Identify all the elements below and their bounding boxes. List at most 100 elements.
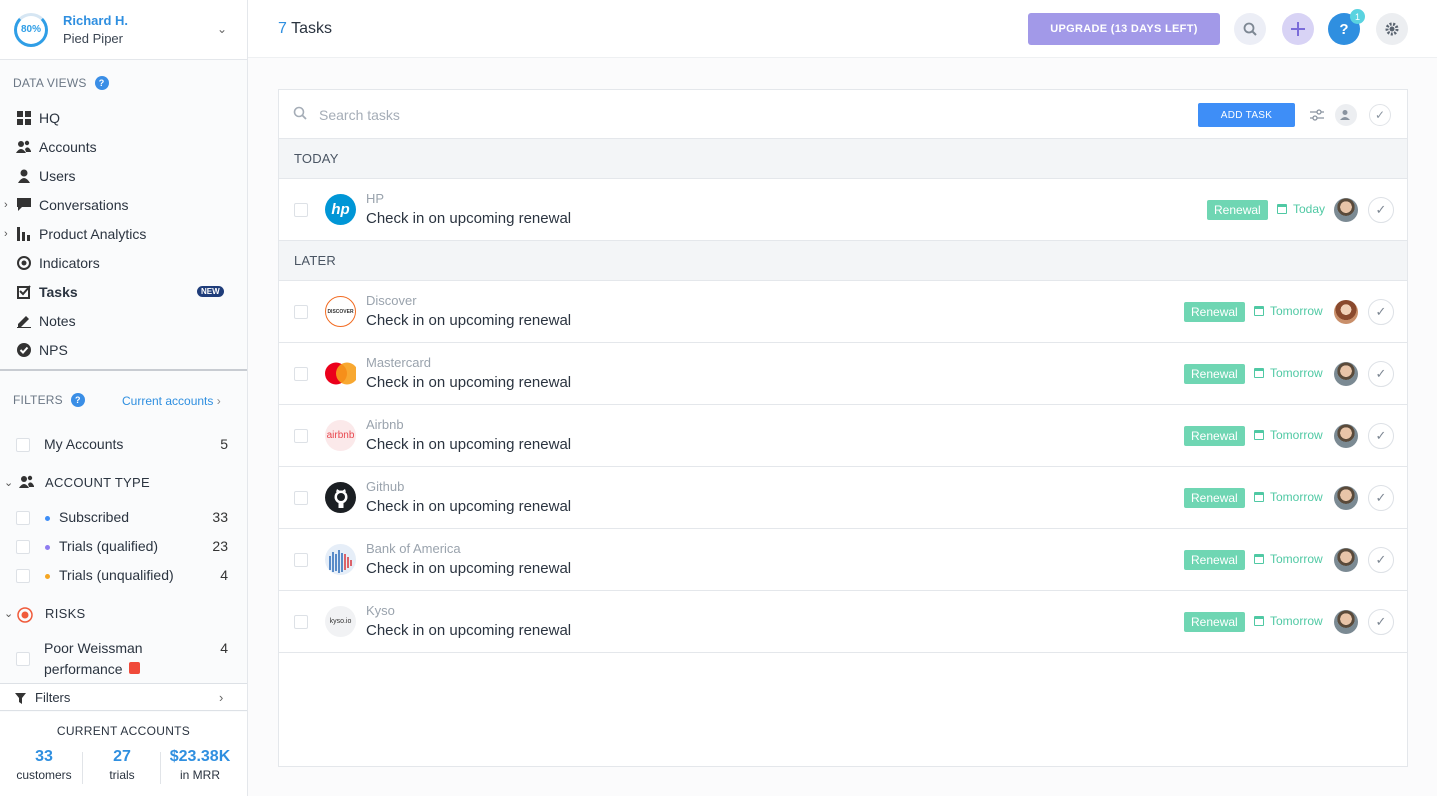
help-icon[interactable]: ? <box>94 76 109 90</box>
sidebar-item-notes[interactable]: Notes <box>0 306 247 335</box>
task-account[interactable]: Airbnb <box>366 417 404 432</box>
assignee-filter-button[interactable] <box>1335 104 1357 126</box>
task-row[interactable]: airbnb Airbnb Check in on upcoming renew… <box>279 405 1407 467</box>
due-date[interactable]: Today <box>1277 202 1325 216</box>
assignee-avatar[interactable] <box>1334 486 1358 510</box>
settings-button[interactable] <box>1376 13 1408 45</box>
assignee-avatar[interactable] <box>1334 424 1358 448</box>
assignee-avatar[interactable] <box>1334 362 1358 386</box>
add-task-button[interactable]: ADD TASK <box>1198 103 1295 127</box>
complete-task-button[interactable]: ✓ <box>1368 361 1394 387</box>
task-title[interactable]: Check in on upcoming renewal <box>366 374 571 391</box>
complete-task-button[interactable]: ✓ <box>1368 485 1394 511</box>
gear-icon <box>1385 22 1399 36</box>
filter-poor-weissman[interactable]: Poor Weissman performance 4 <box>0 640 247 680</box>
task-checkbox[interactable] <box>294 367 308 381</box>
complete-task-button[interactable]: ✓ <box>1368 299 1394 325</box>
filter-trials-unqualified[interactable]: Trials (unqualified) 4 <box>0 567 247 587</box>
sidebar-item-hq[interactable]: HQ <box>0 103 247 132</box>
poor-weissman-checkbox[interactable] <box>16 652 30 666</box>
search-tasks-input[interactable]: Search tasks <box>319 107 400 123</box>
sidebar-item-product-analytics[interactable]: › Product Analytics <box>0 219 247 248</box>
due-date[interactable]: Tomorrow <box>1254 304 1323 318</box>
chevron-down-icon[interactable]: ⌄ <box>4 476 13 489</box>
upgrade-button[interactable]: UPGRADE (13 DAYS LEFT) <box>1028 13 1220 45</box>
task-checkbox[interactable] <box>294 305 308 319</box>
risks-group[interactable]: ⌄ RISKS <box>0 606 247 626</box>
due-date[interactable]: Tomorrow <box>1254 614 1323 628</box>
assignee-avatar[interactable] <box>1334 610 1358 634</box>
chevron-right-icon[interactable]: › <box>4 228 8 240</box>
calendar-icon <box>1254 554 1264 564</box>
profile-switcher[interactable]: 80% Richard H. Pied Piper ⌄ <box>0 0 247 60</box>
completed-filter-button[interactable]: ✓ <box>1369 104 1391 126</box>
task-checkbox[interactable] <box>294 615 308 629</box>
task-title[interactable]: Check in on upcoming renewal <box>366 498 571 515</box>
sidebar-item-users[interactable]: Users <box>0 161 247 190</box>
chat-icon <box>16 197 31 212</box>
filter-sliders-button[interactable] <box>1306 104 1328 126</box>
task-account[interactable]: Kyso <box>366 603 395 618</box>
task-row[interactable]: DISCOVER Discover Check in on upcoming r… <box>279 281 1407 343</box>
current-accounts-link[interactable]: Current accounts › <box>122 394 221 408</box>
task-row[interactable]: Mastercard Check in on upcoming renewal … <box>279 343 1407 405</box>
due-date[interactable]: Tomorrow <box>1254 428 1323 442</box>
filter-my-accounts[interactable]: My Accounts 5 <box>0 436 247 456</box>
search-button[interactable] <box>1234 13 1266 45</box>
renewal-tag: Renewal <box>1207 200 1268 220</box>
assignee-avatar[interactable] <box>1334 198 1358 222</box>
sidebar-item-tasks[interactable]: Tasks NEW <box>0 277 247 306</box>
add-button[interactable] <box>1282 13 1314 45</box>
assignee-avatar[interactable] <box>1334 300 1358 324</box>
help-icon[interactable]: ? <box>70 393 85 407</box>
filter-subscribed[interactable]: Subscribed 33 <box>0 509 247 529</box>
task-title[interactable]: Check in on upcoming renewal <box>366 560 571 577</box>
sidebar-item-indicators[interactable]: Indicators <box>0 248 247 277</box>
trials-unqualified-checkbox[interactable] <box>16 569 30 583</box>
complete-task-button[interactable]: ✓ <box>1368 547 1394 573</box>
task-account[interactable]: HP <box>366 191 384 206</box>
filters-button[interactable]: Filters › <box>0 683 247 711</box>
task-title[interactable]: Check in on upcoming renewal <box>366 622 571 639</box>
task-checkbox[interactable] <box>294 429 308 443</box>
task-checkbox[interactable] <box>294 491 308 505</box>
due-date[interactable]: Tomorrow <box>1254 366 1323 380</box>
task-checkbox[interactable] <box>294 203 308 217</box>
task-account[interactable]: Mastercard <box>366 355 431 370</box>
page-title: 7 Tasks <box>278 20 332 37</box>
task-title[interactable]: Check in on upcoming renewal <box>366 436 571 453</box>
subscribed-checkbox[interactable] <box>16 511 30 525</box>
stat-mrr: $23.38K in MRR <box>169 748 231 782</box>
due-date[interactable]: Tomorrow <box>1254 552 1323 566</box>
task-row[interactable]: Github Check in on upcoming renewal Rene… <box>279 467 1407 529</box>
sidebar-item-conversations[interactable]: › Conversations <box>0 190 247 219</box>
task-account[interactable]: Github <box>366 479 404 494</box>
account-type-group[interactable]: ⌄ ACCOUNT TYPE <box>0 475 247 495</box>
task-account[interactable]: Bank of America <box>366 541 461 556</box>
user-name: Richard H. <box>63 12 129 28</box>
chevron-down-icon[interactable]: ⌄ <box>4 607 13 620</box>
calendar-icon <box>1254 430 1264 440</box>
task-checkbox[interactable] <box>294 553 308 567</box>
sidebar-item-accounts[interactable]: Accounts <box>0 132 247 161</box>
calendar-icon <box>1277 204 1287 214</box>
sidebar-item-nps[interactable]: NPS <box>0 335 247 364</box>
my-accounts-checkbox[interactable] <box>16 438 30 452</box>
chevron-down-icon[interactable]: ⌄ <box>217 22 227 36</box>
task-row[interactable]: kyso.io Kyso Check in on upcoming renewa… <box>279 591 1407 653</box>
complete-task-button[interactable]: ✓ <box>1368 197 1394 223</box>
task-row[interactable]: Bank of America Check in on upcoming ren… <box>279 529 1407 591</box>
chevron-right-icon[interactable]: › <box>4 199 8 211</box>
trials-qualified-checkbox[interactable] <box>16 540 30 554</box>
top-bar: 7 Tasks UPGRADE (13 DAYS LEFT) ? <box>248 0 1437 58</box>
assignee-avatar[interactable] <box>1334 548 1358 572</box>
due-date[interactable]: Tomorrow <box>1254 490 1323 504</box>
stat-customers: 33 customers <box>16 748 72 782</box>
task-row[interactable]: hp HP Check in on upcoming renewal Renew… <box>279 179 1407 241</box>
complete-task-button[interactable]: ✓ <box>1368 423 1394 449</box>
filter-trials-qualified[interactable]: Trials (qualified) 23 <box>0 538 247 558</box>
complete-task-button[interactable]: ✓ <box>1368 609 1394 635</box>
task-account[interactable]: Discover <box>366 293 417 308</box>
task-title[interactable]: Check in on upcoming renewal <box>366 210 571 227</box>
task-title[interactable]: Check in on upcoming renewal <box>366 312 571 329</box>
